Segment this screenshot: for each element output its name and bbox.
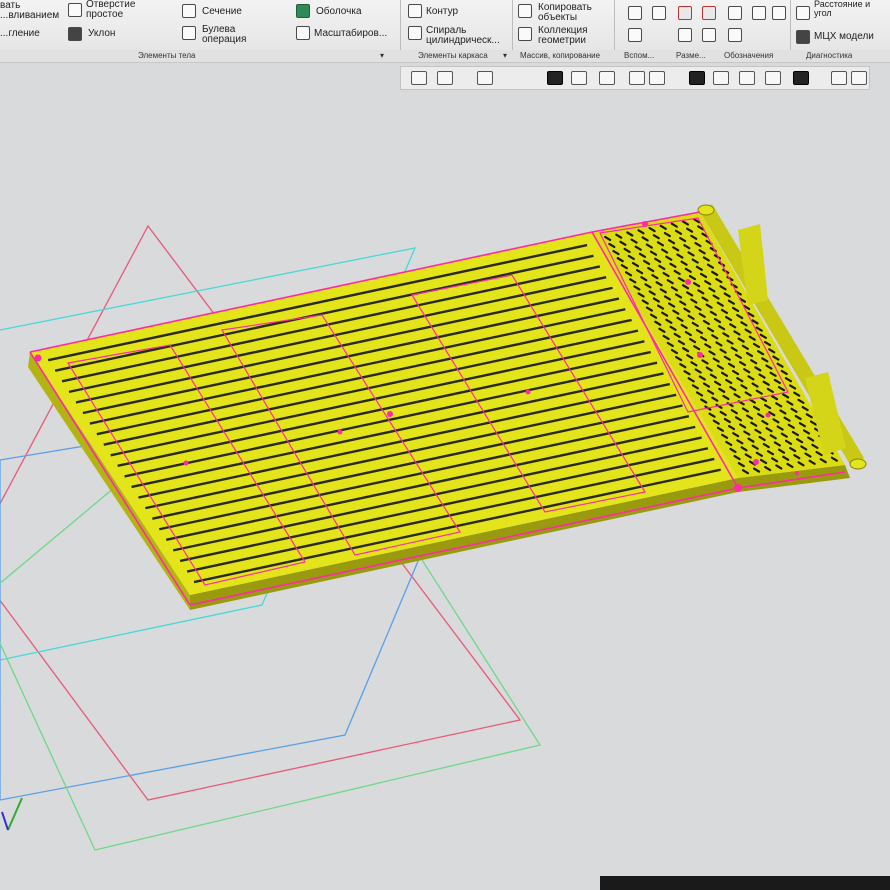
contour-icon [408, 4, 422, 18]
mass-properties-button[interactable]: МЦХ модели [814, 32, 874, 42]
group-label-diagnostics: Диагностика [806, 51, 853, 60]
aux-axis-icon[interactable] [652, 6, 666, 20]
view-toolbar [400, 66, 870, 90]
extrude-button[interactable]: ...вливанием [0, 11, 59, 21]
draft-icon [68, 27, 82, 41]
group-label-arrays: Массив, копирование [520, 51, 601, 60]
hole-icon [68, 3, 82, 17]
group-expand-icon[interactable]: ▾ [503, 51, 507, 60]
ribbon-divider [400, 0, 401, 50]
hole-button[interactable]: Отверстие простое [86, 0, 156, 20]
wireframe-icon[interactable] [571, 71, 587, 85]
aux-point-icon[interactable] [628, 28, 642, 42]
text-icon[interactable] [702, 28, 716, 42]
fillet-button[interactable]: ...гление [0, 29, 40, 39]
ribbon-divider [512, 0, 513, 50]
radius-dimension-icon[interactable] [702, 6, 716, 20]
section-view-icon[interactable] [629, 71, 645, 85]
spiral-icon [408, 26, 422, 40]
contour-button[interactable]: Контур [426, 7, 458, 17]
collection-icon [518, 27, 532, 41]
tolerance-icon[interactable] [728, 28, 742, 42]
collection-button[interactable]: Коллекция геометрии [538, 26, 608, 46]
shell-icon [296, 4, 310, 18]
roughness-icon[interactable] [728, 6, 742, 20]
orient-icon[interactable] [477, 71, 493, 85]
boolean-button[interactable]: Булева операция [202, 25, 272, 45]
axis-triad-icon [1, 797, 23, 831]
layers-icon[interactable] [713, 71, 729, 85]
draft-button[interactable]: Уклон [88, 29, 115, 39]
taskbar [600, 876, 890, 890]
group-label-body: Элементы тела [138, 51, 196, 60]
hidden-lines-icon[interactable] [599, 71, 615, 85]
select-icon[interactable] [411, 71, 427, 85]
scale-icon [296, 26, 310, 40]
section-icon [182, 4, 196, 18]
zoom-icon[interactable] [437, 71, 453, 85]
settings-icon[interactable] [831, 71, 847, 85]
group-label-notation: Обозначения [724, 51, 774, 60]
scale-button[interactable]: Масштабиров... [314, 29, 387, 39]
section-button[interactable]: Сечение [202, 7, 242, 17]
shell-button[interactable]: Оболочка [316, 7, 362, 17]
boolean-icon [182, 26, 196, 40]
copy-objects-button[interactable]: Копировать объекты [538, 3, 608, 23]
ribbon-group-bar: Элементы тела ▾ Элементы каркаса ▾ Масси… [0, 50, 890, 63]
copy-objects-icon [518, 4, 532, 18]
options-icon[interactable] [739, 71, 755, 85]
dimension-icon[interactable] [678, 6, 692, 20]
aux-plane-icon[interactable] [628, 6, 642, 20]
distance-icon [796, 6, 810, 20]
shaded-icon[interactable] [547, 71, 563, 85]
render-icon[interactable] [765, 71, 781, 85]
group-expand-icon[interactable]: ▾ [380, 51, 384, 60]
mode-icon[interactable] [649, 71, 665, 85]
model-viewport[interactable] [0, 90, 890, 890]
ribbon: вать ...вливанием ...гление Отверстие пр… [0, 0, 890, 50]
filter-icon[interactable] [793, 71, 809, 85]
base-icon[interactable] [772, 6, 786, 20]
ribbon-divider [614, 0, 615, 50]
leader-icon[interactable] [752, 6, 766, 20]
perspective-icon[interactable] [689, 71, 705, 85]
pencil-icon[interactable] [851, 71, 867, 85]
hinge-end-bottom [849, 458, 867, 470]
hinge-end-top [697, 204, 715, 216]
ribbon-divider [790, 0, 791, 50]
group-label-dims: Разме... [676, 51, 706, 60]
table-icon[interactable] [678, 28, 692, 42]
distance-button[interactable]: Расстояние и угол [814, 0, 890, 18]
spiral-button[interactable]: Спираль цилиндрическ... [426, 26, 510, 46]
group-label-frame: Элементы каркаса [418, 51, 488, 60]
group-label-aux: Вспом... [624, 51, 655, 60]
mass-properties-icon [796, 30, 810, 44]
